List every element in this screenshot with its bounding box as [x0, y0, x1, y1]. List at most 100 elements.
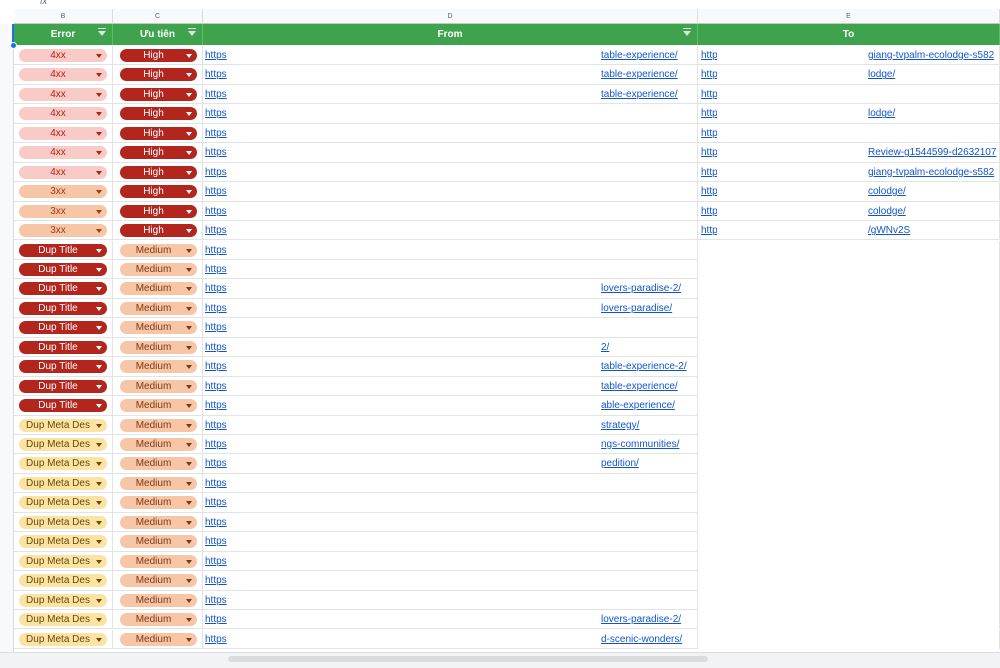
cell-priority[interactable]: High	[113, 201, 203, 222]
priority-chip[interactable]: Medium	[120, 360, 197, 374]
from-link-end[interactable]: lovers-paradise/	[601, 303, 697, 314]
error-chip[interactable]: Dup Meta Des	[19, 535, 107, 549]
cell-to[interactable]	[698, 279, 1000, 299]
cell-error[interactable]: Dup Meta Des	[14, 590, 113, 611]
cell-priority[interactable]: High	[113, 123, 203, 144]
from-link-start[interactable]: https	[205, 478, 229, 489]
cell-to[interactable]	[698, 357, 1000, 377]
error-chip[interactable]: 4xx	[19, 165, 107, 179]
cell-to[interactable]: http lodge/	[698, 104, 1000, 124]
cell-error[interactable]: 4xx	[14, 123, 113, 144]
from-link-start[interactable]: https	[205, 634, 229, 645]
cell-error[interactable]: Dup Title	[14, 376, 113, 397]
from-link-end[interactable]: table-experience/	[601, 89, 697, 100]
cell-from[interactable]: https	[203, 473, 698, 494]
from-link-start[interactable]: https	[205, 458, 229, 469]
from-link-start[interactable]: https	[205, 245, 229, 256]
cell-priority[interactable]: Medium	[113, 590, 203, 611]
to-link-end[interactable]: giang-tvpalm-ecolodge-s582	[868, 167, 1000, 178]
to-link-start[interactable]: http	[701, 147, 717, 158]
cell-to[interactable]	[698, 376, 1000, 397]
to-link-start[interactable]: http	[701, 69, 717, 80]
filter-icon[interactable]	[683, 28, 691, 36]
to-link-start[interactable]: http	[701, 225, 717, 236]
from-link-start[interactable]: https	[205, 497, 229, 508]
priority-chip[interactable]: Medium	[120, 535, 197, 549]
cell-error[interactable]: Dup Meta Des	[14, 551, 113, 572]
priority-chip[interactable]: Medium	[120, 379, 197, 393]
priority-chip[interactable]: Medium	[120, 340, 197, 354]
cell-to[interactable]	[698, 590, 1000, 611]
cell-from[interactable]: https	[203, 259, 698, 280]
cell-to[interactable]	[698, 415, 1000, 435]
cell-priority[interactable]: High	[113, 143, 203, 163]
cell-to[interactable]: http giang-tvpalm-ecolodge-s582	[698, 162, 1000, 183]
from-link-start[interactable]: https	[205, 420, 229, 431]
cell-from[interactable]: https strategy/	[203, 415, 698, 435]
from-link-end[interactable]: table-experience/	[601, 381, 697, 392]
column-header-c[interactable]: C	[113, 9, 203, 24]
from-link-end[interactable]: lovers-paradise-2/	[601, 614, 697, 625]
cell-error[interactable]: Dup Meta Des	[14, 610, 113, 630]
error-chip[interactable]: Dup Title	[19, 321, 107, 335]
cell-error[interactable]: 4xx	[14, 104, 113, 124]
to-link-end[interactable]: Review-g1544599-d2632107	[868, 147, 1000, 158]
error-chip[interactable]: Dup Meta Des	[19, 496, 107, 510]
error-chip[interactable]: Dup Meta Des	[19, 554, 107, 568]
from-link-start[interactable]: https	[205, 400, 229, 411]
from-link-start[interactable]: https	[205, 186, 229, 197]
cell-error[interactable]: Dup Title	[14, 318, 113, 338]
row-number-gutter[interactable]	[0, 24, 14, 652]
error-chip[interactable]: Dup Meta Des	[19, 593, 107, 607]
cell-from[interactable]: https lovers-paradise-2/	[203, 279, 698, 299]
cell-to[interactable]	[698, 493, 1000, 513]
cell-to[interactable]: http giang-tvpalm-ecolodge-s582	[698, 46, 1000, 66]
priority-chip[interactable]: High	[120, 68, 197, 82]
header-priority[interactable]: Ưu tiên	[113, 24, 203, 45]
from-link-start[interactable]: https	[205, 361, 229, 372]
from-link-start[interactable]: https	[205, 614, 229, 625]
to-link-start[interactable]: http	[701, 206, 717, 217]
cell-priority[interactable]: High	[113, 65, 203, 85]
cell-from[interactable]: https	[203, 182, 698, 202]
error-chip[interactable]: 4xx	[19, 49, 107, 62]
priority-chip[interactable]: Medium	[120, 282, 197, 296]
priority-chip[interactable]: Medium	[120, 496, 197, 510]
cell-from[interactable]: https 2/	[203, 337, 698, 358]
priority-chip[interactable]: Medium	[120, 574, 197, 588]
cell-from[interactable]: https	[203, 123, 698, 144]
cell-from[interactable]: https	[203, 551, 698, 572]
priority-chip[interactable]: High	[120, 107, 197, 121]
cell-priority[interactable]: Medium	[113, 240, 203, 260]
priority-chip[interactable]: Medium	[120, 301, 197, 315]
cell-error[interactable]: 4xx	[14, 65, 113, 85]
cell-priority[interactable]: Medium	[113, 279, 203, 299]
from-link-start[interactable]: https	[205, 303, 229, 314]
header-from[interactable]: From	[203, 24, 698, 45]
header-error[interactable]: Error	[14, 24, 113, 45]
cell-to[interactable]: http	[698, 84, 1000, 105]
priority-chip[interactable]: Medium	[120, 593, 197, 607]
from-link-start[interactable]: https	[205, 89, 229, 100]
formula-bar[interactable]: fx	[0, 0, 1000, 9]
to-link-end[interactable]: /gWNv2S	[868, 225, 1000, 236]
horizontal-scrollbar-track[interactable]	[0, 652, 1000, 668]
cell-error[interactable]: Dup Title	[14, 396, 113, 416]
error-chip[interactable]: Dup Title	[19, 243, 107, 257]
cell-error[interactable]: Dup Title	[14, 357, 113, 377]
priority-chip[interactable]: Medium	[120, 515, 197, 529]
priority-chip[interactable]: Medium	[120, 554, 197, 568]
cell-to[interactable]	[698, 512, 1000, 533]
cell-error[interactable]: Dup Meta Des	[14, 415, 113, 435]
cell-priority[interactable]: Medium	[113, 629, 203, 649]
cell-to[interactable]	[698, 551, 1000, 572]
cell-error[interactable]: Dup Meta Des	[14, 512, 113, 533]
priority-chip[interactable]: High	[120, 204, 197, 218]
cell-from[interactable]: https	[203, 201, 698, 222]
cell-from[interactable]: https	[203, 104, 698, 124]
from-link-start[interactable]: https	[205, 69, 229, 80]
cell-to[interactable]: http colodge/	[698, 201, 1000, 222]
cell-to[interactable]	[698, 298, 1000, 319]
to-link-end[interactable]: giang-tvpalm-ecolodge-s582	[868, 50, 1000, 61]
cell-from[interactable]: https lovers-paradise/	[203, 298, 698, 319]
